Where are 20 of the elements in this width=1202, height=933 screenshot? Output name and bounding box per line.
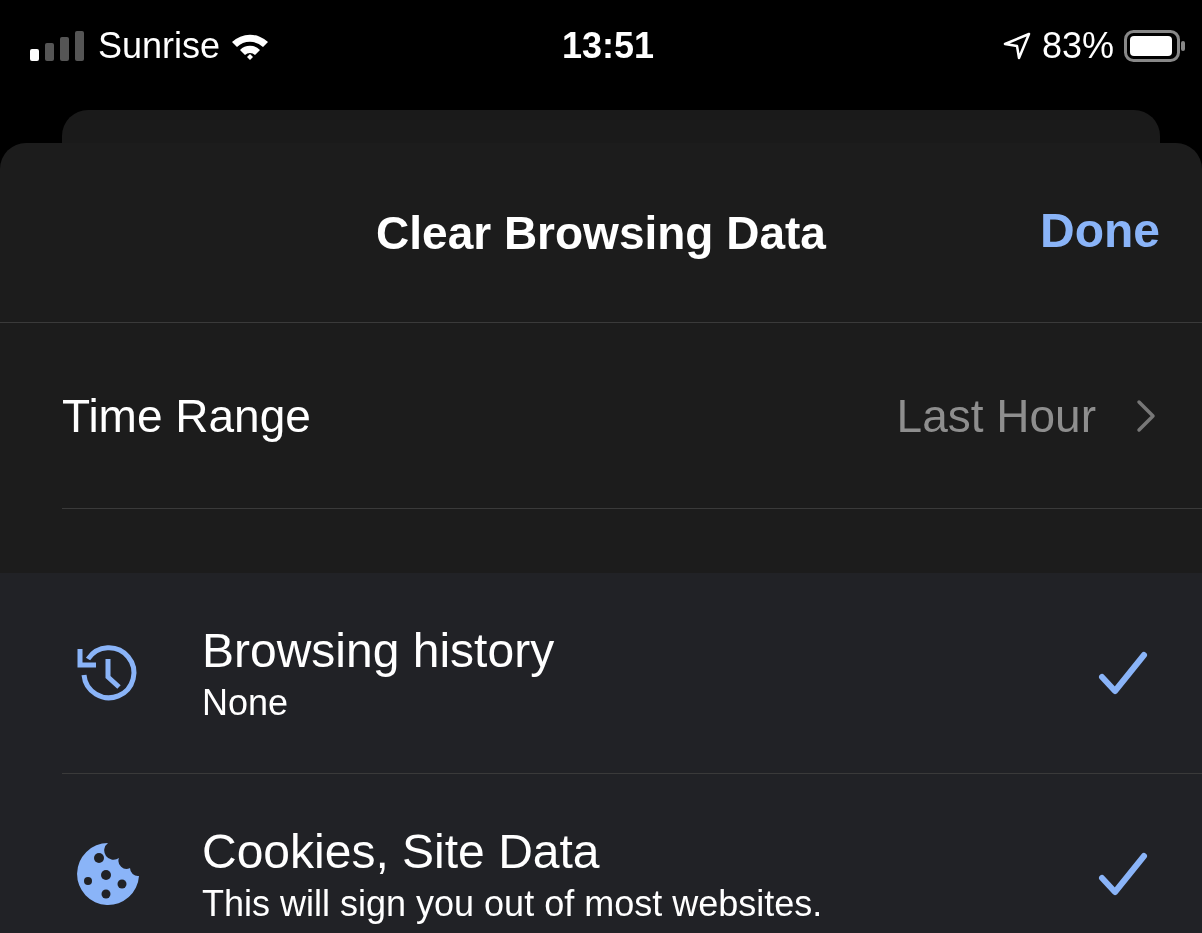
data-type-row[interactable]: Cookies, Site Data This will sign you out of most websites. xyxy=(62,774,1202,933)
time-range-value: Last Hour xyxy=(896,388,1096,443)
data-type-subtitle: This will sign you out of most websites. xyxy=(202,882,824,925)
sheet-title: Clear Browsing Data xyxy=(376,205,826,260)
carrier-name: Sunrise xyxy=(98,25,221,67)
data-type-title: Cookies, Site Data xyxy=(202,823,601,879)
time-range-row[interactable]: Time Range Last Hour xyxy=(62,323,1202,509)
battery-percent: 83% xyxy=(1041,25,1114,67)
location-arrow-icon xyxy=(1001,31,1032,61)
data-type-row[interactable]: Browsing history None xyxy=(62,573,1202,774)
done-button[interactable]: Done xyxy=(1040,203,1160,258)
data-type-subtitle: None xyxy=(202,681,290,724)
time-range-label: Time Range xyxy=(62,388,312,443)
battery-icon xyxy=(1124,30,1186,62)
checkmark-icon[interactable] xyxy=(1098,650,1148,696)
checkmark-icon[interactable] xyxy=(1098,851,1148,897)
chevron-right-icon xyxy=(1136,398,1156,433)
clock-time: 13:51 xyxy=(561,25,655,67)
data-type-title: Browsing history xyxy=(202,622,556,678)
cookie-icon xyxy=(76,842,140,906)
